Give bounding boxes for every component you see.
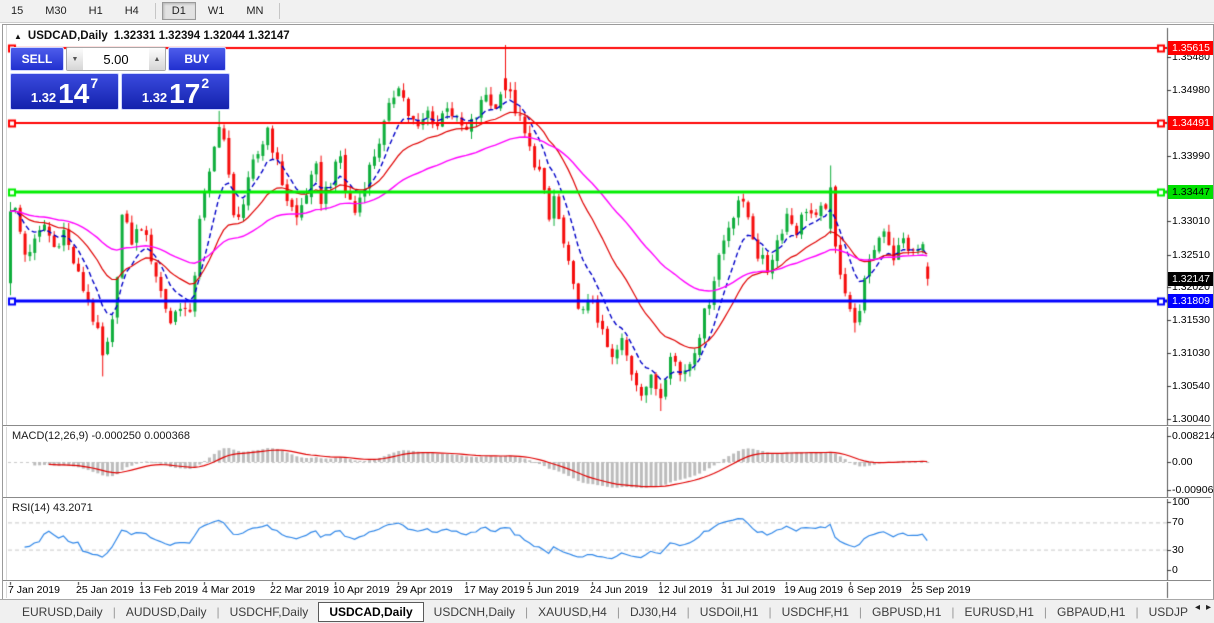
macd-label: MACD(12,26,9) -0.000250 0.000368 xyxy=(12,430,190,442)
chart-tab-gbpaud-h1[interactable]: GBPAUD,H1 xyxy=(1047,602,1135,622)
volume-spinner: ▼ 5.00 ▲ xyxy=(66,47,166,71)
tab-scroll-left-icon[interactable]: ◂ xyxy=(1195,602,1200,613)
buy-price-big: 17 xyxy=(169,80,200,108)
main-macd-separator[interactable] xyxy=(3,425,1211,427)
chart-tab-usdchf-h1[interactable]: USDCHF,H1 xyxy=(772,602,859,622)
sell-price-big: 14 xyxy=(58,80,89,108)
chart-title-bar: ▲ USDCAD,Daily 1.32331 1.32394 1.32044 1… xyxy=(14,29,290,43)
rsi-dateaxis-separator xyxy=(3,580,1211,582)
chart-tab-usdcnh-daily[interactable]: USDCNH,Daily xyxy=(424,602,525,622)
trading-terminal: 15M30H1H4D1W1MN ▲ USDCAD,Daily 1.32331 1… xyxy=(0,0,1214,623)
volume-decrease-button[interactable]: ▼ xyxy=(67,48,83,70)
sell-price-pip: 7 xyxy=(90,75,98,91)
rsi-label: RSI(14) 43.2071 xyxy=(12,502,93,514)
chart-tab-audusd-daily[interactable]: AUDUSD,Daily xyxy=(116,602,217,622)
one-click-trade-panel: SELL ▼ 5.00 ▲ BUY 1.32 14 7 1.32 17 2 xyxy=(10,47,230,110)
chart-tab-gbpusd-h1[interactable]: GBPUSD,H1 xyxy=(862,602,951,622)
sell-price-box[interactable]: 1.32 14 7 xyxy=(10,73,119,110)
tab-scroll-arrows: ◂ ▸ xyxy=(1195,602,1211,613)
sell-button[interactable]: SELL xyxy=(10,47,64,71)
chart-ohlc-values: 1.32331 1.32394 1.32044 1.32147 xyxy=(114,30,290,42)
buy-price-pip: 2 xyxy=(201,75,209,91)
tab-scroll-right-icon[interactable]: ▸ xyxy=(1206,602,1211,613)
volume-input[interactable]: 5.00 xyxy=(83,48,149,70)
buy-price-prefix: 1.32 xyxy=(142,90,167,105)
collapse-arrow-icon[interactable]: ▲ xyxy=(14,32,22,41)
sell-price-prefix: 1.32 xyxy=(31,90,56,105)
chart-tab-usdchf-daily[interactable]: USDCHF,Daily xyxy=(220,602,319,622)
chart-tab-dj30-h4[interactable]: DJ30,H4 xyxy=(620,602,687,622)
macd-rsi-separator[interactable] xyxy=(3,497,1211,499)
buy-button[interactable]: BUY xyxy=(168,47,226,71)
chart-tab-usdjp[interactable]: USDJP xyxy=(1139,602,1198,622)
chart-tab-usdcad-daily[interactable]: USDCAD,Daily xyxy=(318,602,423,622)
buy-price-box[interactable]: 1.32 17 2 xyxy=(121,73,230,110)
chart-tab-bar: EURUSD,Daily|AUDUSD,Daily|USDCHF,DailyUS… xyxy=(0,599,1214,623)
chart-tab-eurusd-daily[interactable]: EURUSD,Daily xyxy=(12,602,113,622)
chart-tab-usdoil-h1[interactable]: USDOil,H1 xyxy=(690,602,769,622)
chart-tab-xauusd-h4[interactable]: XAUUSD,H4 xyxy=(528,602,617,622)
chart-title: USDCAD,Daily xyxy=(28,30,108,42)
chart-tab-eurusd-h1[interactable]: EURUSD,H1 xyxy=(955,602,1044,622)
volume-increase-button[interactable]: ▲ xyxy=(149,48,165,70)
